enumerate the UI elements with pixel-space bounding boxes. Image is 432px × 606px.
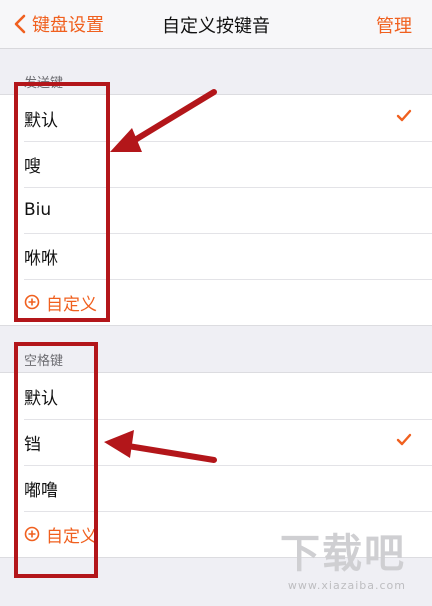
send-key-custom-button[interactable]: 自定义 xyxy=(0,279,432,325)
manage-button[interactable]: 管理 xyxy=(376,12,412,38)
option-label: Biu xyxy=(24,200,52,220)
option-label: 铛 xyxy=(24,434,41,455)
send-key-option-sou[interactable]: 嗖 xyxy=(0,141,432,187)
custom-label: 自定义 xyxy=(46,294,97,315)
option-label: 咻咻 xyxy=(24,248,58,269)
option-label: 嘟噜 xyxy=(24,480,58,501)
option-label: 嗖 xyxy=(24,156,41,177)
send-key-option-biu[interactable]: Biu xyxy=(0,187,432,233)
space-key-option-dulu[interactable]: 嘟噜 xyxy=(0,465,432,511)
send-key-options-group: 默认 嗖 Biu 咻咻 自定义 xyxy=(0,94,432,326)
section-header-send-key: 发送键 xyxy=(24,76,64,91)
section-header-space-key: 空格键 xyxy=(24,354,64,369)
page-title: 自定义按键音 xyxy=(162,16,270,37)
send-key-option-default[interactable]: 默认 xyxy=(0,95,432,141)
checkmark-icon xyxy=(396,109,412,122)
option-label: 默认 xyxy=(24,110,58,131)
watermark-logo: 下载吧 xyxy=(280,531,406,577)
space-key-option-dang[interactable]: 铛 xyxy=(0,419,432,465)
checkmark-icon xyxy=(396,433,412,446)
plus-circle-icon xyxy=(24,526,40,542)
custom-label: 自定义 xyxy=(46,526,97,547)
option-label: 默认 xyxy=(24,388,58,409)
plus-circle-icon xyxy=(24,294,40,310)
space-key-option-default[interactable]: 默认 xyxy=(0,373,432,419)
navigation-bar: 键盘设置 自定义按键音 管理 xyxy=(0,0,432,49)
watermark: 下载吧 www.xiazaiba.com xyxy=(280,521,406,592)
watermark-url: www.xiazaiba.com xyxy=(287,579,406,592)
send-key-option-xiuxiu[interactable]: 咻咻 xyxy=(0,233,432,279)
